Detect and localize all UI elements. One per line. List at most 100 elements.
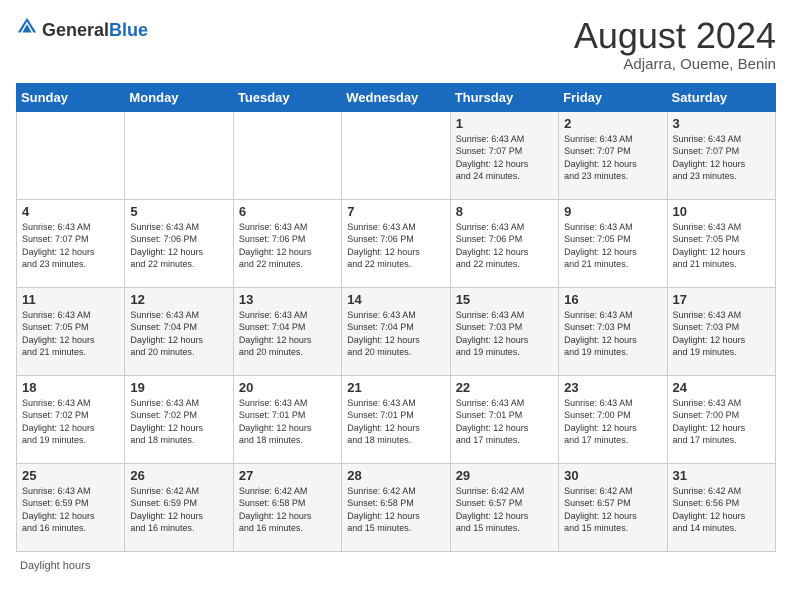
day-number: 25 — [22, 468, 119, 483]
day-number: 10 — [673, 204, 770, 219]
calendar-cell: 11 Sunrise: 6:43 AM Sunset: 7:05 PM Dayli… — [17, 287, 125, 375]
day-number: 12 — [130, 292, 227, 307]
day-number: 19 — [130, 380, 227, 395]
header-cell-sunday: Sunday — [17, 83, 125, 111]
day-info: Sunrise: 6:43 AM Sunset: 7:00 PM Dayligh… — [564, 397, 661, 447]
day-info: Sunrise: 6:43 AM Sunset: 7:07 PM Dayligh… — [22, 221, 119, 271]
day-number: 26 — [130, 468, 227, 483]
day-info: Sunrise: 6:43 AM Sunset: 7:05 PM Dayligh… — [564, 221, 661, 271]
day-number: 9 — [564, 204, 661, 219]
header-cell-wednesday: Wednesday — [342, 83, 450, 111]
calendar-cell: 30 Sunrise: 6:42 AM Sunset: 6:57 PM Dayli… — [559, 463, 667, 551]
day-number: 31 — [673, 468, 770, 483]
calendar-cell: 24Sunrise: 6:43 AM Sunset: 7:00 PM Dayli… — [667, 375, 775, 463]
day-number: 1 — [456, 116, 553, 131]
day-info: Sunrise: 6:42 AM Sunset: 6:57 PM Dayligh… — [456, 485, 553, 535]
day-number: 23 — [564, 380, 661, 395]
day-info: Sunrise: 6:42 AM Sunset: 6:58 PM Dayligh… — [347, 485, 444, 535]
week-row-3: 11 Sunrise: 6:43 AM Sunset: 7:05 PM Dayli… — [17, 287, 776, 375]
day-info: Sunrise: 6:43 AM Sunset: 7:07 PM Dayligh… — [564, 133, 661, 183]
day-number: 27 — [239, 468, 336, 483]
calendar-cell: 22Sunrise: 6:43 AM Sunset: 7:01 PM Dayli… — [450, 375, 558, 463]
calendar-cell: 20Sunrise: 6:43 AM Sunset: 7:01 PM Dayli… — [233, 375, 341, 463]
calendar-cell — [342, 111, 450, 199]
calendar-cell: 26Sunrise: 6:42 AM Sunset: 6:59 PM Dayli… — [125, 463, 233, 551]
day-info: Sunrise: 6:42 AM Sunset: 6:58 PM Dayligh… — [239, 485, 336, 535]
week-row-5: 25 Sunrise: 6:43 AM Sunset: 6:59 PM Dayli… — [17, 463, 776, 551]
day-number: 17 — [673, 292, 770, 307]
calendar-cell: 25 Sunrise: 6:43 AM Sunset: 6:59 PM Dayli… — [17, 463, 125, 551]
header-row: SundayMondayTuesdayWednesdayThursdayFrid… — [17, 83, 776, 111]
calendar-cell: 18 Sunrise: 6:43 AM Sunset: 7:02 PM Dayli… — [17, 375, 125, 463]
calendar-cell: 5 Sunrise: 6:43 AM Sunset: 7:06 PM Daylig… — [125, 199, 233, 287]
title-area: August 2024 Adjarra, Oueme, Benin — [574, 16, 776, 73]
calendar-cell: 12 Sunrise: 6:43 AM Sunset: 7:04 PM Dayli… — [125, 287, 233, 375]
week-row-4: 18 Sunrise: 6:43 AM Sunset: 7:02 PM Dayli… — [17, 375, 776, 463]
header-cell-tuesday: Tuesday — [233, 83, 341, 111]
day-number: 13 — [239, 292, 336, 307]
calendar-cell: 9 Sunrise: 6:43 AM Sunset: 7:05 PM Daylig… — [559, 199, 667, 287]
calendar-title: August 2024 — [574, 16, 776, 56]
day-number: 2 — [564, 116, 661, 131]
day-number: 4 — [22, 204, 119, 219]
calendar-cell: 3Sunrise: 6:43 AM Sunset: 7:07 PM Daylig… — [667, 111, 775, 199]
calendar-cell: 19 Sunrise: 6:43 AM Sunset: 7:02 PM Dayli… — [125, 375, 233, 463]
footer-note: Daylight hours — [16, 560, 776, 572]
logo-text-general: General — [42, 21, 109, 39]
day-info: Sunrise: 6:43 AM Sunset: 7:05 PM Dayligh… — [673, 221, 770, 271]
day-info: Sunrise: 6:43 AM Sunset: 7:04 PM Dayligh… — [347, 309, 444, 359]
day-info: Sunrise: 6:43 AM Sunset: 7:01 PM Dayligh… — [239, 397, 336, 447]
day-number: 5 — [130, 204, 227, 219]
header: GeneralBlue August 2024 Adjarra, Oueme, … — [16, 16, 776, 73]
day-info: Sunrise: 6:43 AM Sunset: 7:06 PM Dayligh… — [239, 221, 336, 271]
day-info: Sunrise: 6:43 AM Sunset: 7:03 PM Dayligh… — [564, 309, 661, 359]
day-info: Sunrise: 6:43 AM Sunset: 7:02 PM Dayligh… — [22, 397, 119, 447]
header-cell-friday: Friday — [559, 83, 667, 111]
day-info: Sunrise: 6:43 AM Sunset: 7:06 PM Dayligh… — [130, 221, 227, 271]
calendar-cell — [17, 111, 125, 199]
calendar-cell: 16Sunrise: 6:43 AM Sunset: 7:03 PM Dayli… — [559, 287, 667, 375]
day-number: 3 — [673, 116, 770, 131]
calendar-cell: 13Sunrise: 6:43 AM Sunset: 7:04 PM Dayli… — [233, 287, 341, 375]
calendar-cell: 4 Sunrise: 6:43 AM Sunset: 7:07 PM Daylig… — [17, 199, 125, 287]
day-number: 24 — [673, 380, 770, 395]
day-info: Sunrise: 6:43 AM Sunset: 7:05 PM Dayligh… — [22, 309, 119, 359]
calendar-cell: 21 Sunrise: 6:43 AM Sunset: 7:01 PM Dayli… — [342, 375, 450, 463]
calendar-cell: 2 Sunrise: 6:43 AM Sunset: 7:07 PM Daylig… — [559, 111, 667, 199]
day-number: 18 — [22, 380, 119, 395]
day-info: Sunrise: 6:43 AM Sunset: 6:59 PM Dayligh… — [22, 485, 119, 535]
calendar-cell: 7Sunrise: 6:43 AM Sunset: 7:06 PM Daylig… — [342, 199, 450, 287]
day-info: Sunrise: 6:43 AM Sunset: 7:07 PM Dayligh… — [456, 133, 553, 183]
day-number: 28 — [347, 468, 444, 483]
daylight-label: Daylight hours — [20, 560, 90, 572]
day-number: 21 — [347, 380, 444, 395]
logo-text-blue: Blue — [109, 21, 148, 39]
day-info: Sunrise: 6:42 AM Sunset: 6:56 PM Dayligh… — [673, 485, 770, 535]
logo-icon — [16, 16, 38, 43]
day-info: Sunrise: 6:42 AM Sunset: 6:57 PM Dayligh… — [564, 485, 661, 535]
day-info: Sunrise: 6:43 AM Sunset: 7:01 PM Dayligh… — [456, 397, 553, 447]
calendar-cell: 28 Sunrise: 6:42 AM Sunset: 6:58 PM Dayli… — [342, 463, 450, 551]
calendar-cell: 14Sunrise: 6:43 AM Sunset: 7:04 PM Dayli… — [342, 287, 450, 375]
day-number: 8 — [456, 204, 553, 219]
day-info: Sunrise: 6:43 AM Sunset: 7:04 PM Dayligh… — [130, 309, 227, 359]
calendar-cell: 17Sunrise: 6:43 AM Sunset: 7:03 PM Dayli… — [667, 287, 775, 375]
header-cell-saturday: Saturday — [667, 83, 775, 111]
week-row-2: 4 Sunrise: 6:43 AM Sunset: 7:07 PM Daylig… — [17, 199, 776, 287]
calendar-cell: 23 Sunrise: 6:43 AM Sunset: 7:00 PM Dayli… — [559, 375, 667, 463]
calendar-cell: 15 Sunrise: 6:43 AM Sunset: 7:03 PM Dayli… — [450, 287, 558, 375]
day-number: 30 — [564, 468, 661, 483]
day-info: Sunrise: 6:43 AM Sunset: 7:03 PM Dayligh… — [456, 309, 553, 359]
header-cell-monday: Monday — [125, 83, 233, 111]
calendar-cell: 1 Sunrise: 6:43 AM Sunset: 7:07 PM Daylig… — [450, 111, 558, 199]
day-number: 11 — [22, 292, 119, 307]
calendar-cell: 6Sunrise: 6:43 AM Sunset: 7:06 PM Daylig… — [233, 199, 341, 287]
day-info: Sunrise: 6:43 AM Sunset: 7:06 PM Dayligh… — [347, 221, 444, 271]
logo: GeneralBlue — [16, 16, 148, 43]
calendar-cell: 29Sunrise: 6:42 AM Sunset: 6:57 PM Dayli… — [450, 463, 558, 551]
day-info: Sunrise: 6:43 AM Sunset: 7:01 PM Dayligh… — [347, 397, 444, 447]
calendar-cell: 31 Sunrise: 6:42 AM Sunset: 6:56 PM Dayli… — [667, 463, 775, 551]
day-number: 15 — [456, 292, 553, 307]
day-info: Sunrise: 6:43 AM Sunset: 7:06 PM Dayligh… — [456, 221, 553, 271]
day-info: Sunrise: 6:43 AM Sunset: 7:02 PM Dayligh… — [130, 397, 227, 447]
